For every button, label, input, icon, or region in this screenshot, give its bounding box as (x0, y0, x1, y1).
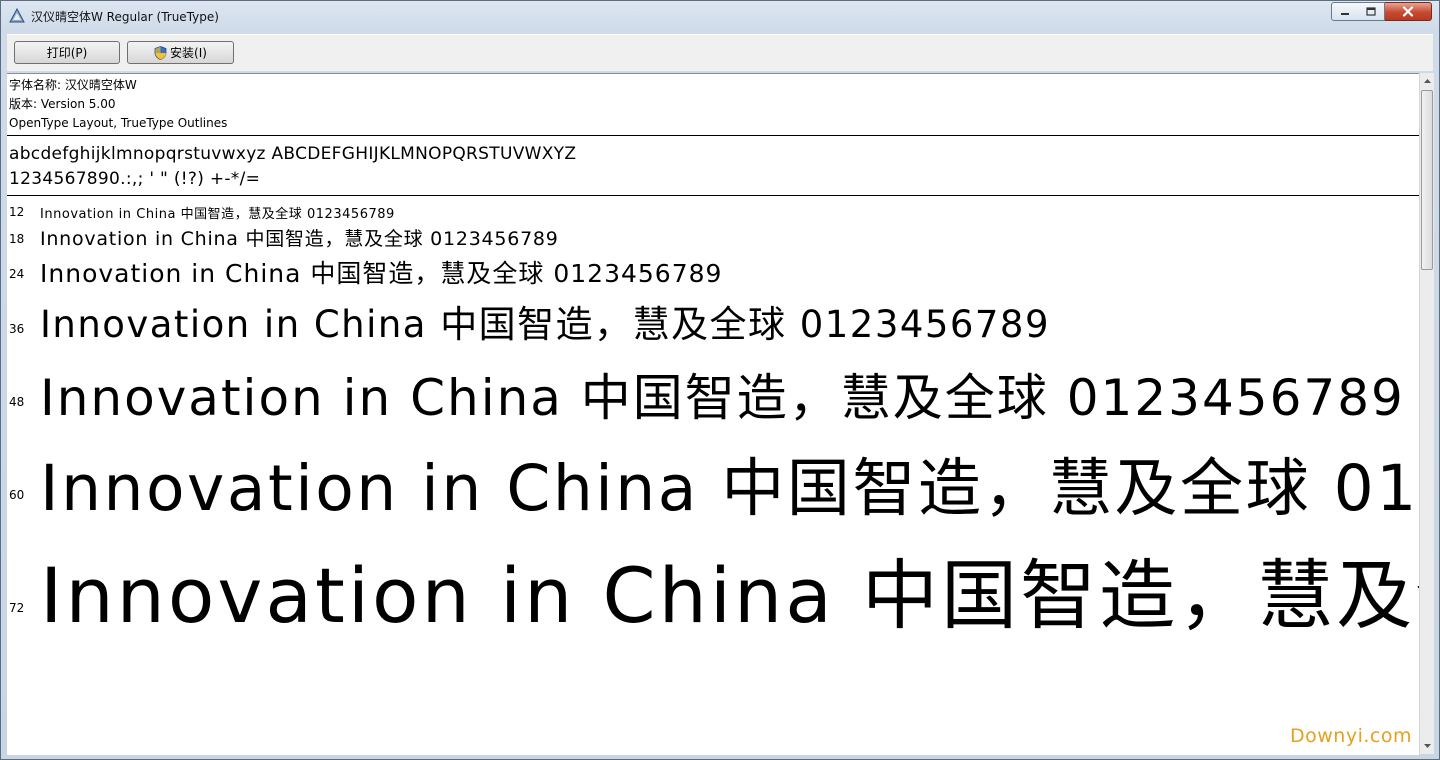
sample-text: Innovation in China 中国智造，慧及全球 0123456789 (40, 207, 395, 221)
sample-text: Innovation in China 中国智造，慧及全球 0123456789 (40, 303, 1050, 346)
divider-top (7, 135, 1419, 136)
close-icon (1402, 6, 1414, 17)
maximize-icon (1366, 7, 1376, 16)
font-info: 字体名称: 汉仪晴空体W 版本: Version 5.00 OpenType L… (9, 76, 227, 133)
size-label: 24 (9, 267, 25, 281)
sample-text: Innovation in China 中国智造，慧及全球 0123456789 (40, 551, 1419, 640)
charset-digits-symbols: 1234567890.:,; ' " (!?) +-*/= (9, 169, 261, 189)
vertical-scrollbar[interactable] (1419, 73, 1434, 754)
size-label: 12 (9, 205, 25, 219)
minimize-button[interactable] (1331, 2, 1359, 21)
size-label: 36 (9, 322, 25, 336)
install-button-label: 安装(I) (170, 46, 207, 60)
scroll-down-button[interactable] (1420, 738, 1434, 754)
font-name-line: 字体名称: 汉仪晴空体W (9, 78, 137, 92)
sample-row-18: 18 Innovation in China 中国智造，慧及全球 0123456… (7, 221, 1419, 249)
sample-row-48: 48 Innovation in China 中国智造，慧及全球 0123456… (7, 352, 1419, 430)
title-bar[interactable]: 汉仪晴空体W Regular (TrueType) (1, 1, 1439, 31)
uac-shield-icon (154, 45, 167, 60)
sample-row-72: 72 Innovation in China 中国智造，慧及全球 0123456… (7, 526, 1419, 646)
font-version-line: 版本: Version 5.00 (9, 97, 116, 111)
scroll-thumb[interactable] (1421, 90, 1433, 270)
watermark: Downyi.com (1290, 725, 1412, 747)
font-preview-area: 字体名称: 汉仪晴空体W 版本: Version 5.00 OpenType L… (7, 73, 1419, 755)
close-button[interactable] (1385, 2, 1432, 21)
sample-text: Innovation in China 中国智造，慧及全球 0123456789 (40, 259, 723, 288)
minimize-icon (1341, 12, 1349, 15)
font-viewer-window: 汉仪晴空体W Regular (TrueType) 打印(P) 安装(I) 字体… (0, 0, 1440, 760)
maximize-button[interactable] (1358, 2, 1385, 21)
arrow-down-icon (1423, 744, 1431, 748)
sample-row-60: 60 Innovation in China 中国智造，慧及全球 0123456… (7, 432, 1419, 526)
size-label: 18 (9, 232, 25, 246)
size-label: 48 (9, 395, 25, 409)
arrow-up-icon (1423, 79, 1431, 83)
sample-row-24: 24 Innovation in China 中国智造，慧及全球 0123456… (7, 250, 1419, 288)
size-label: 60 (9, 488, 25, 502)
install-button[interactable]: 安装(I) (127, 41, 234, 64)
divider-bottom (7, 195, 1419, 196)
size-label: 72 (9, 601, 25, 615)
print-button[interactable]: 打印(P) (14, 41, 120, 64)
print-button-label: 打印(P) (46, 46, 88, 60)
toolbar: 打印(P) 安装(I) (7, 34, 1433, 71)
sample-text: Innovation in China 中国智造，慧及全球 0123456789 (40, 369, 1405, 427)
sample-row-36: 36 Innovation in China 中国智造，慧及全球 0123456… (7, 290, 1419, 350)
font-file-icon (9, 8, 25, 23)
scroll-up-button[interactable] (1420, 73, 1434, 89)
window-title: 汉仪晴空体W Regular (TrueType) (31, 10, 219, 24)
charset-letters: abcdefghijklmnopqrstuvwxyz ABCDEFGHIJKLM… (9, 144, 577, 164)
sample-text: Innovation in China 中国智造，慧及全球 0123456789 (40, 228, 559, 249)
sample-text: Innovation in China 中国智造，慧及全球 0123456789 (40, 452, 1419, 525)
sample-row-12: 12 Innovation in China 中国智造，慧及全球 0123456… (7, 201, 1419, 221)
font-type-line: OpenType Layout, TrueType Outlines (9, 116, 228, 130)
